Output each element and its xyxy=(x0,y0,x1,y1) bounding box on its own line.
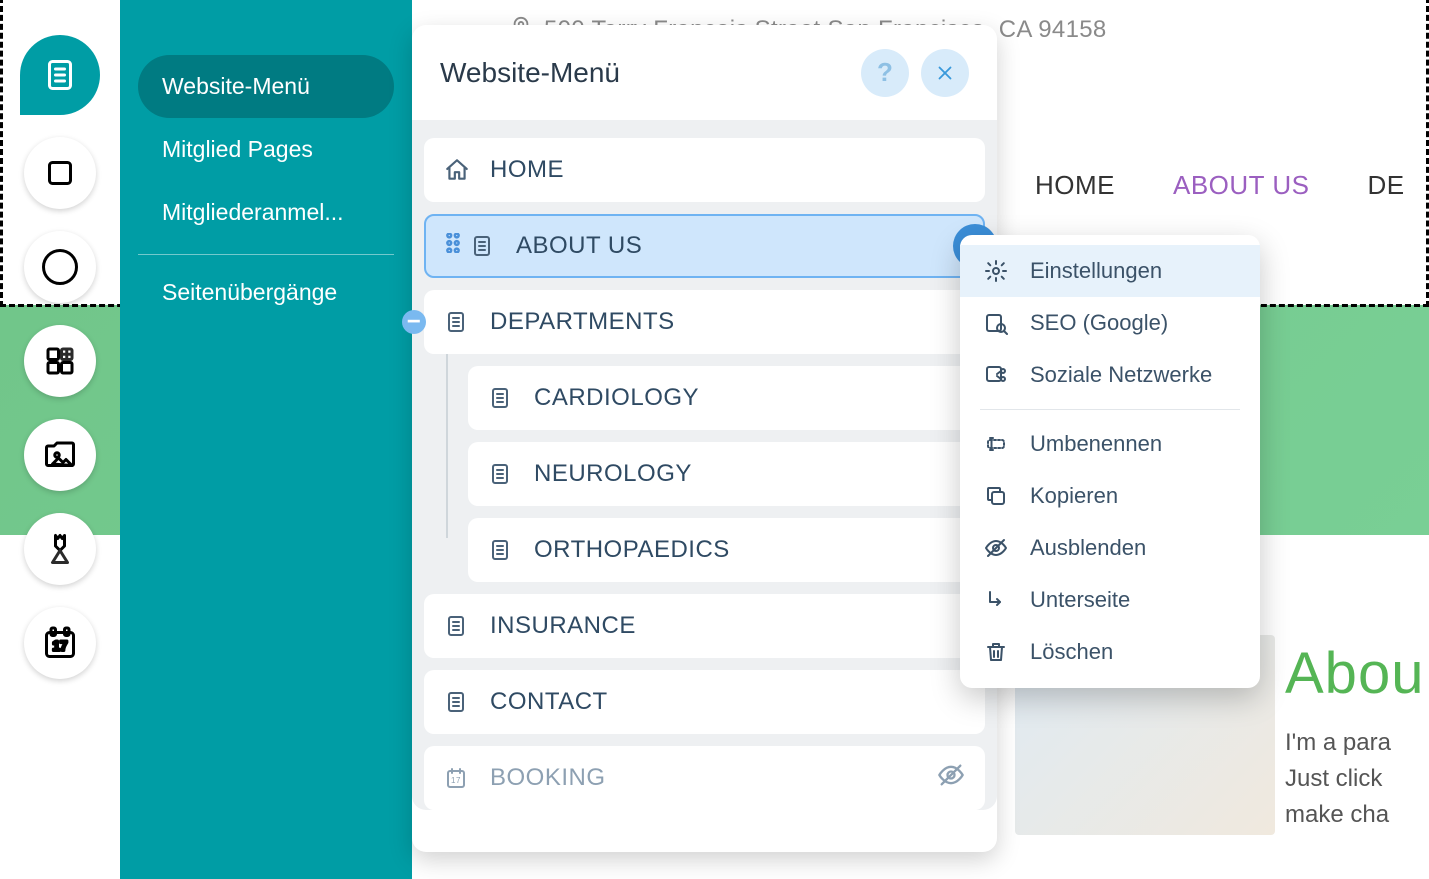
preview-nav-about[interactable]: ABOUT US xyxy=(1173,170,1309,201)
sidebar-item-label: Mitglied Pages xyxy=(162,136,313,162)
ctx-social[interactable]: Soziale Netzwerke xyxy=(960,349,1260,401)
hide-icon xyxy=(984,536,1014,560)
ctx-label: Löschen xyxy=(1030,639,1113,665)
rename-icon xyxy=(984,432,1014,456)
ctx-divider xyxy=(980,409,1240,410)
home-icon xyxy=(444,157,472,183)
page-icon xyxy=(470,234,498,258)
sidebar-item-member-pages[interactable]: Mitglied Pages xyxy=(138,118,394,181)
pages-list: HOME ABOUT US − DEPARTMENTS CARDIOLOGY N… xyxy=(412,120,997,810)
page-label: CONTACT xyxy=(490,688,965,716)
page-label: NEUROLOGY xyxy=(534,460,965,488)
preview-nav: HOME ABOUT US DE xyxy=(1035,170,1405,201)
preview-nav-dept[interactable]: DE xyxy=(1367,170,1404,201)
page-row-cardiology[interactable]: CARDIOLOGY xyxy=(468,366,985,430)
ctx-label: Unterseite xyxy=(1030,587,1130,613)
sidebar-item-label: Website-Menü xyxy=(162,73,310,99)
pages-panel: Website-Menü ? HOME ABOUT US − DEPARTMEN… xyxy=(412,25,997,852)
preview-heading: Abou xyxy=(1285,640,1424,707)
copy-icon xyxy=(984,484,1014,508)
page-label: ABOUT US xyxy=(516,232,963,260)
collapse-button[interactable]: − xyxy=(402,310,426,334)
page-icon xyxy=(444,690,472,714)
preview-content: Abou I'm a para Just click make cha xyxy=(1285,640,1424,833)
tool-media-button[interactable] xyxy=(24,419,96,491)
pages-panel-header: Website-Menü ? xyxy=(412,25,997,120)
ctx-rename[interactable]: Umbenennen xyxy=(960,418,1260,470)
sidebar-item-member-signup[interactable]: Mitgliederanmel... xyxy=(138,181,394,244)
ctx-seo[interactable]: SEO (Google) xyxy=(960,297,1260,349)
page-row-contact[interactable]: CONTACT xyxy=(424,670,985,734)
page-icon xyxy=(488,386,516,410)
sidebar-item-label: Seitenübergänge xyxy=(162,279,337,305)
preview-nav-home[interactable]: HOME xyxy=(1035,170,1115,201)
ctx-settings[interactable]: Einstellungen xyxy=(960,245,1260,297)
page-label: BOOKING xyxy=(490,764,937,792)
tool-add-button[interactable] xyxy=(24,231,96,303)
ctx-label: Einstellungen xyxy=(1030,258,1162,284)
sidebar-item-label: Mitgliederanmel... xyxy=(162,199,344,225)
page-row-booking[interactable]: 17 BOOKING xyxy=(424,746,985,810)
tool-blog-button[interactable] xyxy=(24,513,96,585)
ctx-label: Soziale Netzwerke xyxy=(1030,362,1212,388)
tool-rail: 17 xyxy=(0,35,120,679)
page-row-orthopaedics[interactable]: ORTHOPAEDICS xyxy=(468,518,985,582)
hidden-eye-icon xyxy=(937,761,965,796)
context-menu: Einstellungen SEO (Google) Soziale Netzw… xyxy=(960,235,1260,688)
tool-apps-button[interactable] xyxy=(24,325,96,397)
share-icon xyxy=(984,363,1014,387)
sidebar-panel: Website-Menü Mitglied Pages Mitgliederan… xyxy=(120,0,412,879)
page-label: ORTHOPAEDICS xyxy=(534,536,965,564)
ctx-subpage[interactable]: Unterseite xyxy=(960,574,1260,626)
ctx-label: SEO (Google) xyxy=(1030,310,1168,336)
sidebar-item-page-transitions[interactable]: Seitenübergänge xyxy=(138,261,394,324)
page-row-insurance[interactable]: INSURANCE xyxy=(424,594,985,658)
tool-pages-button[interactable] xyxy=(20,35,100,115)
page-label: HOME xyxy=(490,156,965,184)
preview-paragraph: I'm a para Just click make cha xyxy=(1285,725,1424,833)
ctx-copy[interactable]: Kopieren xyxy=(960,470,1260,522)
page-label: DEPARTMENTS xyxy=(490,308,965,336)
departments-children: CARDIOLOGY NEUROLOGY ORTHOPAEDICS xyxy=(468,366,985,582)
trash-icon xyxy=(984,640,1014,664)
page-label: INSURANCE xyxy=(490,612,965,640)
seo-icon xyxy=(984,311,1014,335)
svg-text:17: 17 xyxy=(451,776,461,785)
pages-panel-title: Website-Menü xyxy=(440,57,849,89)
page-row-departments[interactable]: − DEPARTMENTS xyxy=(424,290,985,354)
tool-bookings-button[interactable]: 17 xyxy=(24,607,96,679)
page-icon xyxy=(444,310,472,334)
page-row-about[interactable]: ABOUT US xyxy=(424,214,985,278)
calendar-icon: 17 xyxy=(444,766,472,790)
ctx-label: Kopieren xyxy=(1030,483,1118,509)
tool-background-button[interactable] xyxy=(24,137,96,209)
page-icon xyxy=(444,614,472,638)
subpage-icon xyxy=(984,588,1014,612)
ctx-label: Umbenennen xyxy=(1030,431,1162,457)
sidebar-divider xyxy=(138,254,394,255)
close-button[interactable] xyxy=(921,49,969,97)
ctx-delete[interactable]: Löschen xyxy=(960,626,1260,678)
ctx-hide[interactable]: Ausblenden xyxy=(960,522,1260,574)
gear-icon xyxy=(984,259,1014,283)
page-icon xyxy=(488,462,516,486)
page-row-home[interactable]: HOME xyxy=(424,138,985,202)
drag-handle-icon[interactable] xyxy=(446,232,464,260)
help-button[interactable]: ? xyxy=(861,49,909,97)
svg-text:17: 17 xyxy=(52,639,67,654)
page-icon xyxy=(488,538,516,562)
sidebar-item-website-menu[interactable]: Website-Menü xyxy=(138,55,394,118)
ctx-label: Ausblenden xyxy=(1030,535,1146,561)
page-label: CARDIOLOGY xyxy=(534,384,965,412)
page-row-neurology[interactable]: NEUROLOGY xyxy=(468,442,985,506)
